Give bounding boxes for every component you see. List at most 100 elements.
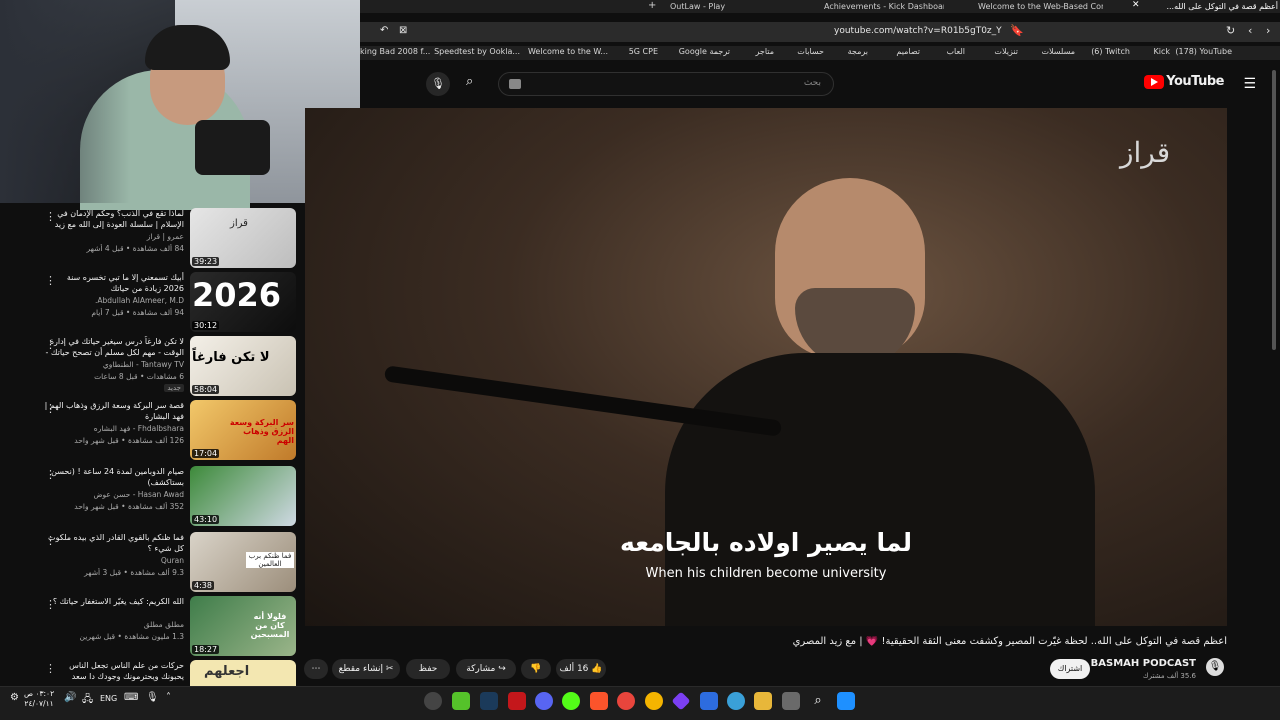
youtube-logo[interactable]: YouTube	[1144, 74, 1224, 89]
like-button[interactable]: 👍 16 ألف	[556, 659, 606, 679]
clock-date: ٢٤/٠٧/١١	[24, 699, 54, 708]
video-player[interactable]: قراز لما يصير اولاده بالجامعه When his c…	[305, 108, 1227, 626]
list-item[interactable]: ⋮ قصة سر البركة وسعة الرزق وذهاب الهم | …	[40, 400, 298, 462]
tab-label: Welcome to the Web-Based Config	[978, 2, 1103, 11]
video-thumbnail[interactable]: اجعلهم	[190, 660, 296, 686]
obs-icon[interactable]	[424, 692, 442, 710]
duration-badge: 17:04	[192, 449, 220, 458]
keyboard-icon[interactable]	[509, 79, 521, 89]
game-app-icon[interactable]	[452, 692, 470, 710]
thumbnail-text: سر البركة وسعة الرزق وذهاب الهم	[229, 418, 294, 445]
list-item[interactable]: ⋮ فما ظنكم بالقوي القادر الذي بيده ملكوت…	[40, 532, 298, 594]
dislike-button[interactable]: 👎	[521, 659, 551, 679]
like-count: 16 ألف	[559, 664, 589, 674]
keyboard-tray-icon[interactable]: ⌨	[124, 692, 138, 703]
bookmark-kick[interactable]: Kick	[1154, 47, 1171, 56]
channel-avatar[interactable]: 🎙	[1206, 658, 1224, 676]
page-scrollbar[interactable]	[1272, 70, 1276, 350]
video-item-channel: Abdullah AlAmeer, M.D.	[94, 296, 184, 305]
new-tab-plus-icon[interactable]: +	[648, 0, 656, 11]
tab-close-icon[interactable]: ✕	[1132, 0, 1140, 10]
bookmark-icon[interactable]: 🔖	[1010, 24, 1024, 37]
clock[interactable]: ٠٣:٠٢ ص ٢٤/٠٧/١١	[24, 689, 54, 709]
bookmark-accounts[interactable]: حسابات	[797, 47, 824, 56]
address-bar[interactable]: youtube.com/watch?v=R01b5gT0z_Y ↶ ⊠ 🔖 ↻ …	[360, 22, 1280, 42]
bookmark-breakingbad[interactable]: king Bad 2008 f...	[360, 47, 430, 56]
list-item[interactable]: ⋮ أبيك تسمعني إلا ما تبي تخسره سنة 2026 …	[40, 272, 298, 334]
back-arrow-icon[interactable]: ›	[1266, 24, 1270, 37]
rockstar-icon[interactable]	[508, 692, 526, 710]
share-label: مشاركة	[466, 664, 496, 674]
task-view-icon[interactable]	[782, 692, 800, 710]
bookmark-programming[interactable]: برمجة	[848, 47, 868, 56]
app-blue-icon[interactable]	[727, 692, 745, 710]
bookmark-games[interactable]: العاب	[947, 47, 966, 56]
bookmark-youtube[interactable]: (178) YouTube	[1175, 47, 1232, 56]
tab-outlaw[interactable]: OutLaw - Play	[670, 1, 760, 12]
tab-search-icon[interactable]: ⊠	[399, 25, 407, 36]
video-item-title: حركات من علم الناس تجعل الناس يحبونك ويح…	[69, 661, 184, 681]
steam-icon[interactable]	[480, 692, 498, 710]
tab-kick[interactable]: Achievements - Kick Dashboard	[824, 1, 944, 12]
forward-icon[interactable]: ‹	[1248, 24, 1252, 37]
search-icon[interactable]: ⌕	[466, 74, 473, 89]
bookmark-twitch[interactable]: (6) Twitch	[1091, 47, 1130, 56]
more-actions-button[interactable]: ⋯	[304, 659, 328, 679]
kick-app-icon[interactable]	[562, 692, 580, 710]
youtube-header: ☰ YouTube بحث ⌕ 🎙	[360, 64, 1280, 104]
search-input[interactable]: بحث	[498, 72, 834, 96]
bookmark-speedtest[interactable]: Speedtest by Ookla...	[434, 47, 520, 56]
list-item[interactable]: ⋮ حركات من علم الناس تجعل الناس يحبونك و…	[40, 660, 298, 686]
discord-icon[interactable]	[535, 692, 553, 710]
network-icon[interactable]: 🖧	[82, 692, 93, 709]
language-indicator[interactable]: ENG	[100, 694, 117, 703]
menu-icon[interactable]: ☰	[1243, 76, 1256, 92]
list-item[interactable]: ⋮ لماذا تقع في الذنب؟ وحكم الإدمان في ال…	[40, 208, 298, 270]
remote-desktop-icon[interactable]	[700, 692, 718, 710]
save-button[interactable]: حفظ	[406, 659, 450, 679]
bookmark-series[interactable]: مسلسلات	[1041, 47, 1075, 56]
clip-button[interactable]: إنشاء مقطع ✂	[332, 659, 400, 679]
list-item[interactable]: ⋮ لا تكن فارغاً درس سيغير حياتك في إدارة…	[40, 336, 298, 398]
video-title: أعظم قصة في التوكل على الله.. لحظة غيّرت…	[792, 636, 1227, 647]
chevron-up-icon[interactable]: ˄	[166, 692, 171, 703]
bookmark-translate[interactable]: Google ترجمة	[679, 47, 730, 56]
share-button[interactable]: مشاركة ↪	[456, 659, 516, 679]
tab-active[interactable]: أعظم قصة في التوكل على الله...	[1150, 1, 1278, 12]
search-taskbar-icon[interactable]: ⌕	[809, 692, 827, 710]
scissors-icon: ✂	[385, 664, 394, 674]
video-item-channel: Quran	[160, 556, 184, 565]
tab-webconfig[interactable]: Welcome to the Web-Based Config	[978, 1, 1103, 12]
video-item-meta: 352 ألف مشاهدة • قبل شهر واحد	[74, 502, 184, 511]
chrome-profile-icon[interactable]	[645, 692, 663, 710]
dislike-icon: 👎	[530, 664, 542, 674]
thumbnail-text: اجعلهم	[204, 664, 250, 679]
microphone-icon[interactable]: 🎙	[426, 72, 450, 96]
duration-badge: 30:12	[192, 321, 220, 330]
back-icon[interactable]: ↶	[380, 25, 388, 36]
bookmark-downloads[interactable]: تنزيلات	[994, 47, 1018, 56]
bookmark-welcome[interactable]: Welcome to the W...	[528, 47, 608, 56]
bookmarks-bar: (178) YouTube Kick (6) Twitch مسلسلات تن…	[360, 46, 1280, 60]
file-explorer-icon[interactable]	[754, 692, 772, 710]
video-item-meta: 84 ألف مشاهدة • قبل 4 أشهر	[86, 244, 184, 253]
bookmark-designs[interactable]: تصاميم	[896, 47, 920, 56]
bookmark-stores[interactable]: متاجر	[756, 47, 775, 56]
volume-icon[interactable]: 🔊	[64, 692, 76, 703]
list-item[interactable]: ⋮ الله الكريم: كيف يغيّر الاستغفار حياتك…	[40, 596, 298, 658]
windows-start-icon[interactable]	[837, 692, 855, 710]
youtube-play-icon	[1144, 74, 1165, 89]
subscribe-button[interactable]: اشتراك	[1050, 659, 1090, 679]
channel-name[interactable]: BASMAH PODCAST	[1090, 658, 1196, 669]
tab-label: Achievements - Kick Dashboard	[824, 2, 944, 11]
bookmark-5gcpe[interactable]: 5G CPE	[629, 47, 658, 56]
settings-icon[interactable]: ⚙	[10, 692, 19, 703]
brave-icon[interactable]	[590, 692, 608, 710]
video-item-title: قصة سر البركة وسعة الرزق وذهاب الهم | فه…	[44, 401, 184, 421]
list-item[interactable]: ⋮ صيام الدوبامين لمدة 24 ساعة ! (نحسن بس…	[40, 466, 298, 528]
reload-icon[interactable]: ↻	[1226, 24, 1235, 37]
chrome-icon[interactable]	[617, 692, 635, 710]
thumbnail-text: لا تكن فارغاً	[192, 350, 270, 365]
mic-tray-icon[interactable]: 🎙	[146, 692, 159, 703]
like-icon: 👍	[588, 664, 603, 674]
